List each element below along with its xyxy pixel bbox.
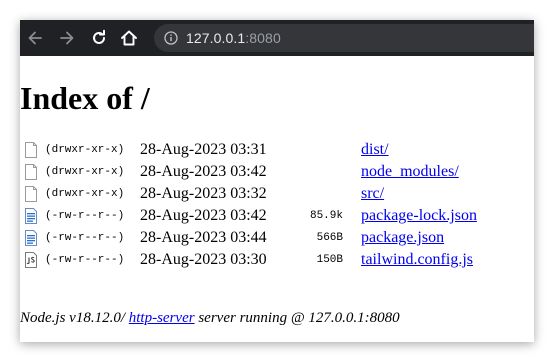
- reload-button[interactable]: [88, 28, 110, 48]
- file-row: (drwxr-xr-x) 28-Aug-2023 03:31 dist/: [24, 139, 477, 161]
- footer-prefix: Node.js v18.12.0/: [20, 310, 129, 326]
- file-size: 85.9k: [309, 210, 343, 222]
- folder-icon: [24, 139, 42, 161]
- arrow-right-icon: [58, 29, 76, 47]
- file-listing: (drwxr-xr-x) 28-Aug-2023 03:31 dist/(drwxr…: [24, 139, 477, 271]
- text-file-icon: [24, 227, 42, 249]
- js-file-icon: [24, 249, 42, 271]
- file-date: 28-Aug-2023 03:32: [140, 185, 267, 202]
- folder-icon: [24, 183, 42, 205]
- file-row: (-rw-r--r--) 28-Aug-2023 03:44 566B package…: [24, 227, 477, 249]
- file-row: (drwxr-xr-x) 28-Aug-2023 03:32 src/: [24, 183, 477, 205]
- arrow-left-icon: [26, 29, 44, 47]
- file-permissions: (drwxr-xr-x): [45, 166, 125, 178]
- file-size: 566B: [316, 232, 343, 244]
- folder-icon: [24, 161, 42, 183]
- server-footer: Node.js v18.12.0/ http-server server run…: [20, 310, 400, 327]
- file-row: (drwxr-xr-x) 28-Aug-2023 03:42 node_module…: [24, 161, 477, 183]
- info-icon[interactable]: [164, 31, 178, 45]
- file-link[interactable]: package-lock.json: [361, 207, 477, 224]
- file-row: (-rw-r--r--) 28-Aug-2023 03:42 85.9k packag…: [24, 205, 477, 227]
- file-size: [280, 139, 361, 161]
- home-icon: [120, 29, 138, 47]
- file-date: 28-Aug-2023 03:44: [140, 229, 267, 246]
- file-permissions: (-rw-r--r--): [45, 210, 125, 222]
- http-server-link[interactable]: http-server: [129, 310, 195, 326]
- home-button[interactable]: [118, 28, 140, 48]
- file-link[interactable]: src/: [361, 185, 384, 202]
- url-text: 127.0.0.1:8080: [186, 30, 281, 46]
- file-permissions: (-rw-r--r--): [45, 254, 125, 266]
- file-date: 28-Aug-2023 03:31: [140, 141, 267, 158]
- file-date: 28-Aug-2023 03:30: [140, 251, 267, 268]
- url-port: :8080: [245, 30, 281, 46]
- file-permissions: (drwxr-xr-x): [45, 144, 125, 156]
- browser-window: 127.0.0.1:8080 Index of / (drwxr-xr-x) 28…: [20, 20, 534, 342]
- page-title: Index of /: [20, 80, 150, 116]
- file-row: (-rw-r--r--) 28-Aug-2023 03:30 150B tailwin…: [24, 249, 477, 271]
- file-link[interactable]: dist/: [361, 141, 389, 158]
- file-permissions: (drwxr-xr-x): [45, 188, 125, 200]
- file-size: 150B: [316, 254, 343, 266]
- file-date: 28-Aug-2023 03:42: [140, 163, 267, 180]
- file-size: [280, 161, 361, 183]
- file-link[interactable]: tailwind.config.js: [361, 251, 473, 268]
- file-date: 28-Aug-2023 03:42: [140, 207, 267, 224]
- footer-suffix: server running @ 127.0.0.1:8080: [194, 310, 400, 326]
- file-permissions: (-rw-r--r--): [45, 232, 125, 244]
- address-bar[interactable]: 127.0.0.1:8080: [154, 24, 534, 52]
- page-content: Index of / (drwxr-xr-x) 28-Aug-2023 03:31…: [20, 56, 534, 342]
- file-link[interactable]: node_modules/: [361, 163, 459, 180]
- file-link[interactable]: package.json: [361, 229, 444, 246]
- text-file-icon: [24, 205, 42, 227]
- browser-toolbar: 127.0.0.1:8080: [20, 20, 534, 56]
- reload-icon: [90, 29, 108, 47]
- file-size: [280, 183, 361, 205]
- forward-button[interactable]: [56, 28, 78, 48]
- url-host: 127.0.0.1: [186, 30, 246, 46]
- back-button[interactable]: [24, 28, 46, 48]
